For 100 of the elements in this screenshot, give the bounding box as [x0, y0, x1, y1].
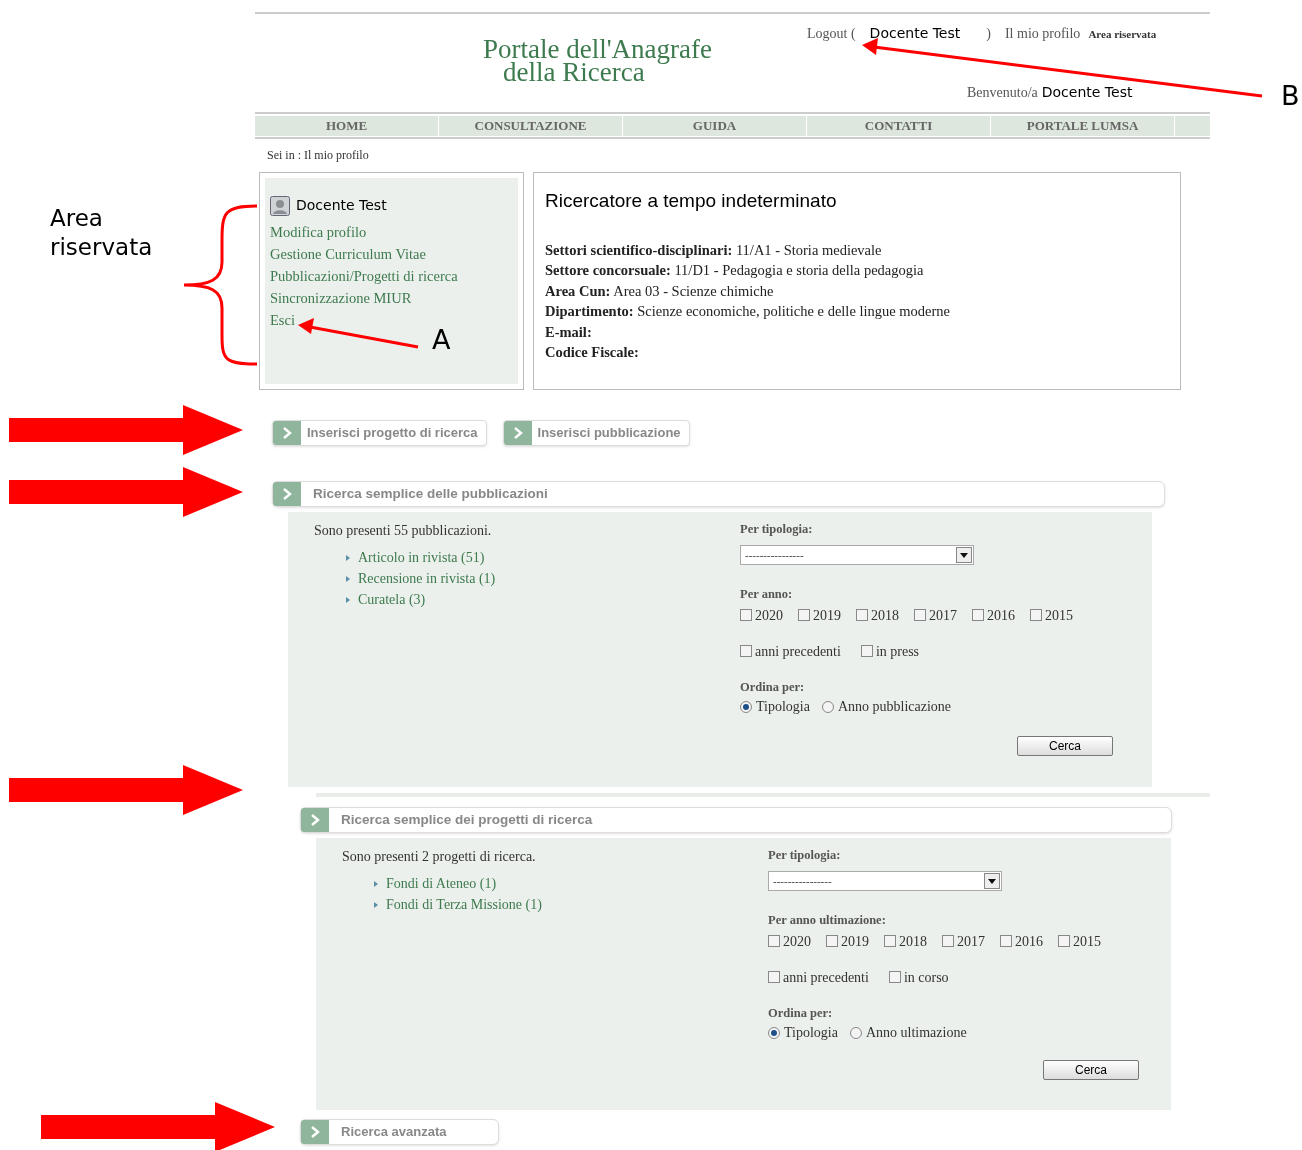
insert-button[interactable]: Inserisci pubblicazione: [502, 420, 690, 446]
role-title: Ricercatore a tempo indeterminato: [545, 189, 837, 213]
radio-label: Tipologia: [756, 698, 810, 717]
radio-label: Tipologia: [784, 1024, 838, 1043]
type-dropdown[interactable]: ----------------: [768, 870, 1002, 891]
category-link[interactable]: Articolo in rivista (51): [358, 547, 485, 568]
search-button[interactable]: Cerca: [1017, 736, 1113, 756]
bullet-icon: [374, 880, 378, 887]
profile-field: Area Cun: Area 03 - Scienze chimiche: [545, 280, 774, 301]
user-name: Docente Test: [1041, 83, 1133, 102]
checkbox-label: 2020: [755, 606, 783, 625]
checkbox-label: 2016: [987, 606, 1015, 625]
checkbox-label: in corso: [903, 968, 949, 987]
annotation-label: Area riservata: [50, 204, 154, 258]
radio-button[interactable]: [821, 700, 834, 713]
section-header[interactable]: Ricerca semplice dei progetti di ricerca: [300, 807, 1172, 833]
checkbox[interactable]: [768, 970, 780, 983]
checkbox[interactable]: [972, 608, 984, 621]
checkbox-label: 2017: [957, 932, 985, 951]
insert-button[interactable]: Inserisci progetto di ricerca: [272, 420, 487, 446]
category-link[interactable]: Fondi di Terza Missione (1): [386, 894, 542, 915]
radio-label: Anno ultimazione: [865, 1024, 967, 1043]
nav-item[interactable]: CONTATTI: [807, 116, 991, 136]
checkbox[interactable]: [740, 608, 752, 621]
profile-field: Settori scientifico-disciplinari: 11/A1 - Storia medievale: [545, 239, 882, 260]
field-label: Per anno ultimazione:: [768, 911, 886, 929]
field-label: Per tipologia:: [740, 521, 813, 538]
checkbox[interactable]: [1000, 934, 1012, 947]
advanced-search-button[interactable]: Ricerca avanzata: [300, 1119, 499, 1145]
bullet-icon: [346, 554, 350, 561]
site-title-line: della Ricerca: [503, 61, 645, 84]
chevron-icon: [301, 1120, 329, 1144]
checkbox-label: anni precedenti: [755, 642, 841, 661]
welcome-text: Benvenuto/a: [967, 84, 1038, 102]
checkbox[interactable]: [1058, 934, 1070, 947]
logout-link[interactable]: Logout (: [807, 23, 856, 44]
reserved-area-link[interactable]: Area riservata: [1088, 26, 1157, 43]
field-label: Ordina per:: [768, 1004, 833, 1022]
bullet-icon: [346, 596, 350, 603]
profile-field: E-mail:: [545, 321, 592, 342]
chevron-icon: [301, 808, 329, 832]
checkbox[interactable]: [1030, 608, 1042, 621]
checkbox-label: 2019: [813, 606, 841, 625]
checkbox-label: 2019: [841, 932, 869, 951]
nav-item[interactable]: CONSULTAZIONE: [439, 116, 623, 136]
radio-button[interactable]: [740, 700, 752, 713]
type-dropdown[interactable]: ----------------: [740, 544, 974, 565]
checkbox[interactable]: [942, 934, 954, 947]
sidebar-link[interactable]: Modifica profilo: [270, 221, 367, 243]
checkbox-label: in press: [875, 642, 920, 661]
section-header[interactable]: Ricerca semplice delle pubblicazioni: [272, 481, 1165, 507]
checkbox[interactable]: [856, 608, 868, 621]
summary-text: Sono presenti 55 pubblicazioni.: [314, 522, 492, 540]
checkbox[interactable]: [884, 934, 896, 947]
profile-field: Codice Fiscale:: [545, 342, 639, 363]
category-link[interactable]: Curatela (3): [358, 589, 426, 610]
user-name: Docente Test: [296, 196, 387, 215]
radio-label: Anno pubblicazione: [837, 698, 952, 717]
chevron-icon: [273, 482, 301, 506]
field-label: Per tipologia:: [768, 847, 841, 864]
nav-item[interactable]: GUIDA: [623, 116, 807, 136]
radio-button[interactable]: [849, 1026, 862, 1039]
checkbox[interactable]: [860, 644, 873, 657]
checkbox-label: 2018: [871, 606, 899, 625]
profile-link[interactable]: Il mio profilo: [1004, 23, 1081, 44]
search-button[interactable]: Cerca: [1043, 1060, 1139, 1080]
bullet-icon: [374, 901, 378, 908]
nav-item[interactable]: PORTALE LUMSA: [991, 116, 1175, 136]
bullet-icon: [346, 575, 350, 582]
checkbox[interactable]: [914, 608, 926, 621]
radio-button[interactable]: [768, 1026, 780, 1039]
field-label: Ordina per:: [740, 678, 805, 696]
paren-text: ): [986, 25, 991, 43]
sidebar-link[interactable]: Pubblicazioni/Progetti di ricerca: [270, 265, 458, 287]
checkbox[interactable]: [888, 970, 901, 983]
checkbox-label: 2015: [1045, 606, 1073, 625]
chevron-icon: [503, 421, 532, 445]
field-label: Per anno:: [740, 585, 793, 603]
chevron-icon: [273, 421, 301, 445]
category-link[interactable]: Recensione in rivista (1): [358, 568, 496, 589]
category-link[interactable]: Fondi di Ateneo (1): [386, 873, 497, 894]
checkbox-label: 2020: [783, 932, 811, 951]
annotation-letter: B: [1281, 80, 1300, 112]
checkbox[interactable]: [740, 644, 752, 657]
checkbox[interactable]: [768, 934, 780, 947]
profile-field: Dipartimento: Scienze economiche, politiche e delle lingue moderne: [545, 301, 951, 322]
user-avatar-icon: [270, 195, 290, 216]
checkbox-label: 2016: [1015, 932, 1043, 951]
checkbox-label: 2015: [1073, 932, 1101, 951]
sidebar-link[interactable]: Esci: [270, 309, 295, 331]
checkbox-label: 2017: [929, 606, 957, 625]
summary-text: Sono presenti 2 progetti di ricerca.: [342, 848, 536, 866]
profile-field: Settore concorsuale: 11/D1 - Pedagogia e storia della pedagogia: [545, 260, 924, 281]
checkbox-label: 2018: [899, 932, 927, 951]
checkbox[interactable]: [826, 934, 838, 947]
breadcrumb: Sei in : Il mio profilo: [267, 147, 370, 164]
sidebar-link[interactable]: Sincronizzazione MIUR: [270, 287, 412, 309]
sidebar-link[interactable]: Gestione Curriculum Vitae: [270, 243, 426, 265]
checkbox[interactable]: [798, 608, 810, 621]
nav-item[interactable]: HOME: [255, 116, 439, 136]
